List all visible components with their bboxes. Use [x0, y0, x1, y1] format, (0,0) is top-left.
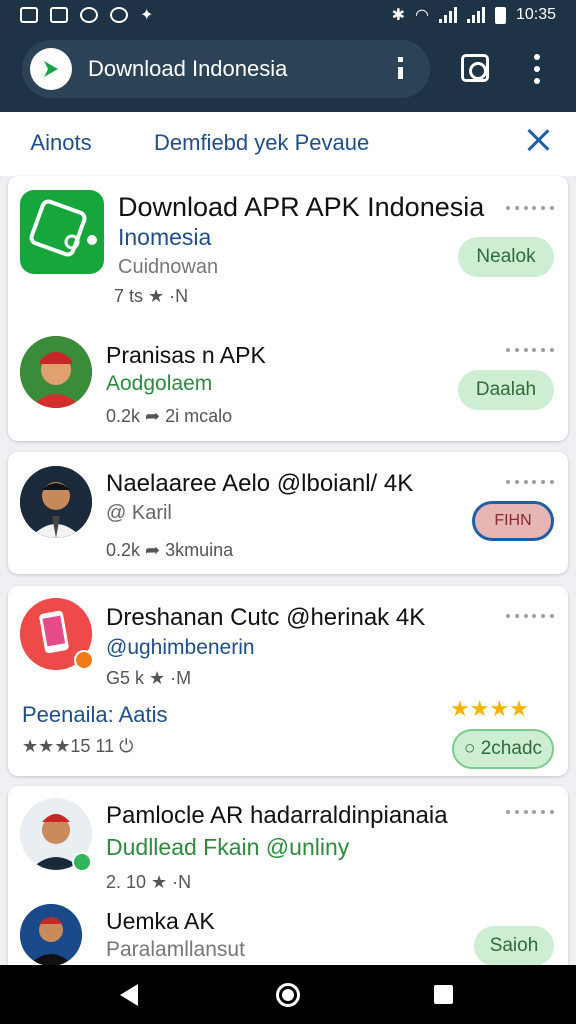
rating-row: ★★★15 11 ⏻ [22, 736, 134, 756]
status-time: 10:35 [515, 6, 556, 23]
app-meta: 0.2k ➦ 3kmuina [106, 540, 234, 560]
home-icon[interactable] [276, 983, 300, 1007]
app-subtitle: Aodgolaem [106, 372, 213, 395]
more-dots-icon[interactable] [506, 810, 554, 816]
badge-icon [74, 650, 94, 670]
download-button[interactable]: Saioh [474, 926, 554, 966]
app-card: Download APR APK Indonesia Inomesia Cuid… [8, 176, 568, 441]
app-category: Cuidnowan [118, 256, 219, 278]
download-button[interactable]: FIHN [472, 501, 554, 541]
wifi-icon: ◠ [414, 7, 429, 24]
download-button[interactable]: ○ 2chadc [452, 729, 554, 769]
download-button[interactable]: Daalah [458, 370, 554, 410]
app-title: Pranisas n APK [106, 342, 266, 368]
tab-second[interactable]: Demfiebd yek Pevaue [154, 130, 369, 156]
app-meta: 7 ts ★ ·N [114, 286, 189, 306]
list-item[interactable]: Dreshanan Cutc @herinak 4K @ughimbenerin… [8, 586, 568, 776]
recents-icon[interactable] [434, 985, 453, 1004]
app-title: Naelaaree Aelo @lboianl/ 4K [106, 470, 414, 497]
list-item[interactable]: Naelaaree Aelo @lboianl/ 4K @ Karil 0.2k… [8, 452, 568, 574]
app-meta: G5 k ★ ·M [106, 668, 192, 688]
app-meta: 0.2k ➦ 2i mcalo [106, 406, 233, 426]
list-item[interactable]: Pamlocle AR hadarraldinpianaia Dudllead … [8, 786, 568, 896]
app-subtitle: @ughimbenerin [106, 636, 255, 659]
status-bar: ✦ ✱ ◠ 10:35 [0, 0, 576, 30]
close-icon[interactable] [526, 128, 550, 152]
app-subtitle: Paralamllansut [106, 938, 245, 961]
notification-icon [20, 7, 38, 23]
app-subtitle: Dudllead Fkain @unliny [106, 834, 350, 860]
app-logo-icon [20, 190, 104, 274]
app-title: Pamlocle AR hadarraldinpianaia [106, 802, 448, 829]
address-text: Download Indonesia [88, 56, 288, 81]
more-dots-icon[interactable] [506, 206, 554, 212]
app-card: Naelaaree Aelo @lboianl/ 4K @ Karil 0.2k… [8, 452, 568, 574]
more-menu-icon[interactable] [533, 54, 541, 84]
app-title: Uemka AK [106, 908, 215, 934]
rating-stars: ★★★★ [450, 696, 529, 721]
more-dots-icon[interactable] [506, 480, 554, 486]
verified-badge-icon [72, 852, 92, 872]
avatar [20, 466, 92, 538]
more-dots-icon[interactable] [506, 348, 554, 354]
more-dots-icon[interactable] [506, 614, 554, 620]
app-icon [50, 7, 68, 23]
tab-bar: Ainots Demfiebd yek Pevaue [0, 112, 576, 182]
app-title: Download APR APK Indonesia [118, 192, 485, 222]
site-logo-icon [30, 48, 72, 90]
list-item[interactable]: Pranisas n APK Aodgolaem 0.2k ➦ 2i mcalo… [8, 326, 568, 441]
app-subtitle: @ Karil [106, 502, 172, 524]
back-icon[interactable] [120, 984, 138, 1006]
bluetooth-icon: ✱ [391, 7, 405, 24]
avatar [20, 904, 82, 966]
signal-icon-2 [466, 7, 485, 23]
tab-ainots[interactable]: Ainots [14, 130, 108, 182]
avatar [20, 336, 92, 408]
info-icon [80, 7, 98, 23]
app-card: Pamlocle AR hadarraldinpianaia Dudllead … [8, 786, 568, 976]
navigation-bar [0, 965, 576, 1024]
app-meta: 2. 10 ★ ·N [106, 872, 192, 892]
compass-icon [110, 7, 128, 23]
app-subtitle: Inomesia [118, 224, 212, 250]
list-item[interactable]: Download APR APK Indonesia Inomesia Cuid… [8, 176, 568, 326]
download-button[interactable]: Nealok [458, 237, 554, 277]
app-title: Dreshanan Cutc @herinak 4K [106, 604, 426, 631]
signal-icon [438, 7, 457, 23]
browser-toolbar: Download Indonesia [0, 30, 576, 112]
camera-icon[interactable] [461, 54, 489, 82]
address-bar[interactable]: Download Indonesia [22, 40, 430, 98]
address-info-icon[interactable] [398, 57, 404, 79]
promo-text: Peenaila: Aatis [22, 702, 168, 727]
sync-icon: ✦ [140, 7, 154, 24]
app-card: Dreshanan Cutc @herinak 4K @ughimbenerin… [8, 586, 568, 776]
battery-icon [494, 6, 506, 24]
